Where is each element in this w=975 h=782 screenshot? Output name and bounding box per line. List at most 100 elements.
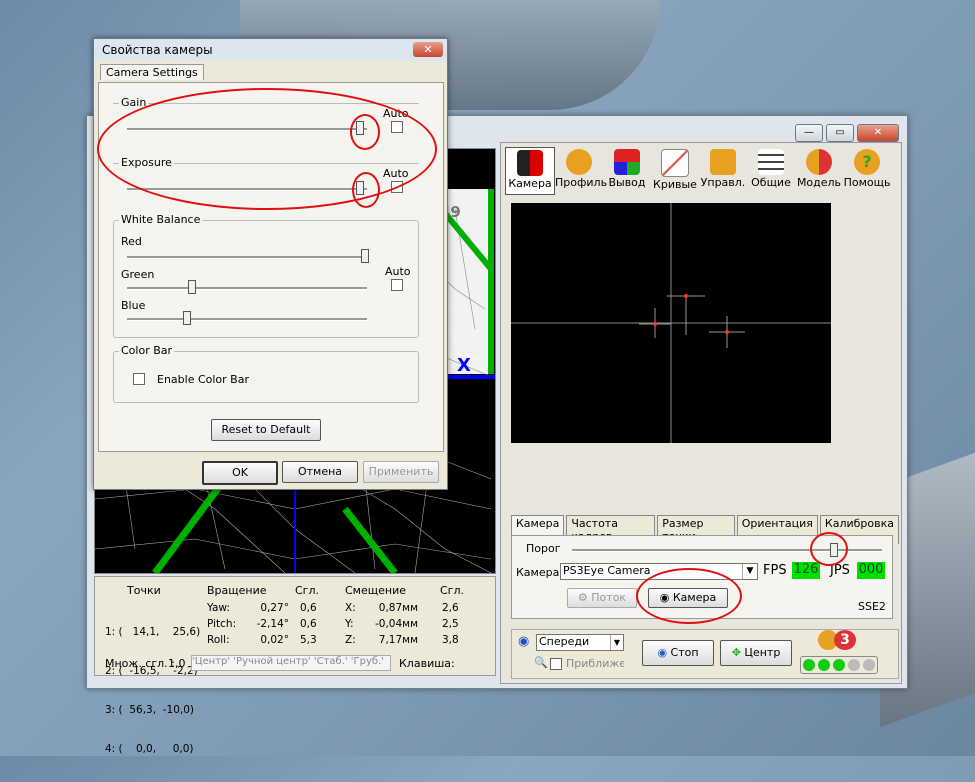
toolbar-camera[interactable]: Камера [505,147,555,195]
blue-slider[interactable] [127,318,367,321]
points-header: Точки [127,584,161,597]
camera-select-label: Камера [516,566,560,579]
annotation-ellipse [636,568,742,624]
dialog-title: Свойства камеры [102,43,213,57]
camera-preview [511,203,831,443]
stop-icon: ◉ [657,646,668,659]
toolbar-curves[interactable]: Кривые [651,147,699,195]
dialog-close-button[interactable]: ✕ [413,42,443,57]
rotation-header: Вращение [207,584,267,597]
white-balance-auto-label: Auto [385,265,411,278]
annotation-circle [352,172,380,208]
pitch-value: -2,14° [256,618,289,630]
apply-button[interactable]: Применить [363,461,439,483]
offset-smooth-header: Сгл. [440,584,464,597]
annotation-circle [810,532,848,566]
cancel-button[interactable]: Отмена [282,461,358,483]
roll-smooth: 5,3 [300,634,317,646]
toolbar-help[interactable]: ? Помощь [843,147,891,195]
smooth-multiplier-value: 1,0 [168,657,186,670]
blue-label: Blue [121,299,146,312]
center-button[interactable]: ✥ Центр [720,640,792,666]
point-row: 3: ( 56,3, -10,0) [105,704,194,716]
minimize-button[interactable]: — [795,124,823,142]
yaw-label: Yaw: [207,602,230,614]
hotkey-list[interactable]: 'Центр' 'Ручной центр' 'Стаб.' 'Груб.' [191,655,391,671]
hotkey-label: Клавиша: [399,657,455,670]
offset-header: Смещение [345,584,406,597]
jps-value: 000 [857,562,885,579]
ok-button[interactable]: OK [202,461,278,485]
white-balance-auto-checkbox[interactable] [391,279,403,291]
fps-value: 126 [792,562,820,579]
restore-button[interactable]: ▭ [826,124,854,142]
offset-z-label: Z: [345,634,356,646]
pitch-label: Pitch: [207,618,237,630]
sse-label: SSE2 [858,600,886,613]
view-select[interactable]: Спереди ▼ [536,634,624,651]
fps-label: FPS [763,563,787,578]
tracking-info-panel: Точки Вращение Сгл. Смещение Сгл. 1: ( 1… [94,576,496,755]
offset-x-value: 0,87мм [378,602,418,614]
view-controls: ◉ Спереди ▼ 🔍 Приближен ◉ Стоп ✥ Центр 3 [511,629,899,679]
roll-value: 0,02° [260,634,289,646]
tracked-point [684,294,688,298]
red-slider[interactable] [127,256,367,259]
led-indicator [818,659,830,671]
stop-button[interactable]: ◉ Стоп [642,640,714,666]
tracking-points-view [511,203,831,443]
eye-icon: ◉ [518,634,530,649]
camera-icon [517,150,543,176]
toolbar-controls[interactable]: Управл. [699,147,747,195]
offset-z-value: 7,17мм [378,634,418,646]
main-toolbar: Камера Профиль Вывод Кривые Управл. Общи… [505,147,897,195]
keys-control-icon [710,149,736,175]
zoom-checkbox[interactable] [550,658,562,670]
green-slider[interactable] [127,287,367,290]
offset-z-smooth: 3,8 [442,634,459,646]
smooth-multiplier-label: Множ. сгл. : [105,657,175,670]
roll-label: Roll: [207,634,230,646]
toolbar-general[interactable]: Общие [747,147,795,195]
dialog-titlebar: Свойства камеры ✕ [94,39,447,61]
yaw-smooth: 0,6 [300,602,317,614]
close-button[interactable]: ✕ [857,124,899,142]
chevron-down-icon: ▼ [742,564,757,579]
green-slider-thumb[interactable] [187,280,196,294]
annotation-ellipse [97,88,437,210]
toolbar-profile[interactable]: Профиль [555,147,607,195]
zoom-label: Приближен [566,657,624,670]
rotation-smooth-header: Сгл. [295,584,319,597]
point-row: 1: ( 14,1, 25,6) [105,626,201,638]
toolbar-model[interactable]: Модель [795,147,843,195]
blue-slider-thumb[interactable] [183,311,192,325]
reset-to-default-button[interactable]: Reset to Default [211,419,321,441]
face-profile-icon [566,149,592,175]
chevron-down-icon: ▼ [610,635,623,650]
tab-camera-settings[interactable]: Camera Settings [100,64,204,80]
led-indicator [863,659,875,671]
magnifier-icon: 🔍 [534,656,548,669]
center-arrows-icon: ✥ [731,646,741,659]
enable-color-bar-checkbox[interactable] [133,373,145,385]
annotation-circle [350,114,380,150]
stream-button[interactable]: ⚙ Поток [567,588,637,608]
threshold-label: Порог [526,542,561,555]
green-label: Green [121,268,155,281]
toolbar-output[interactable]: Вывод [603,147,651,195]
white-balance-label: White Balance [119,213,203,226]
pitch-smooth: 0,6 [300,618,317,630]
red-slider-thumb[interactable] [361,249,369,263]
freetrack-logo: 3 [818,630,858,652]
head-model-icon [806,149,832,175]
enable-color-bar-label: Enable Color Bar [157,373,249,386]
offset-y-label: Y: [345,618,354,630]
status-leds [800,656,878,674]
yaw-value: 0,27° [260,602,289,614]
gear-icon: ⚙ [577,591,588,604]
led-indicator [848,659,860,671]
axis-x-marker: X [457,355,471,376]
led-indicator [803,659,815,671]
arrows-output-icon [614,149,640,175]
color-bar-label: Color Bar [119,344,175,357]
